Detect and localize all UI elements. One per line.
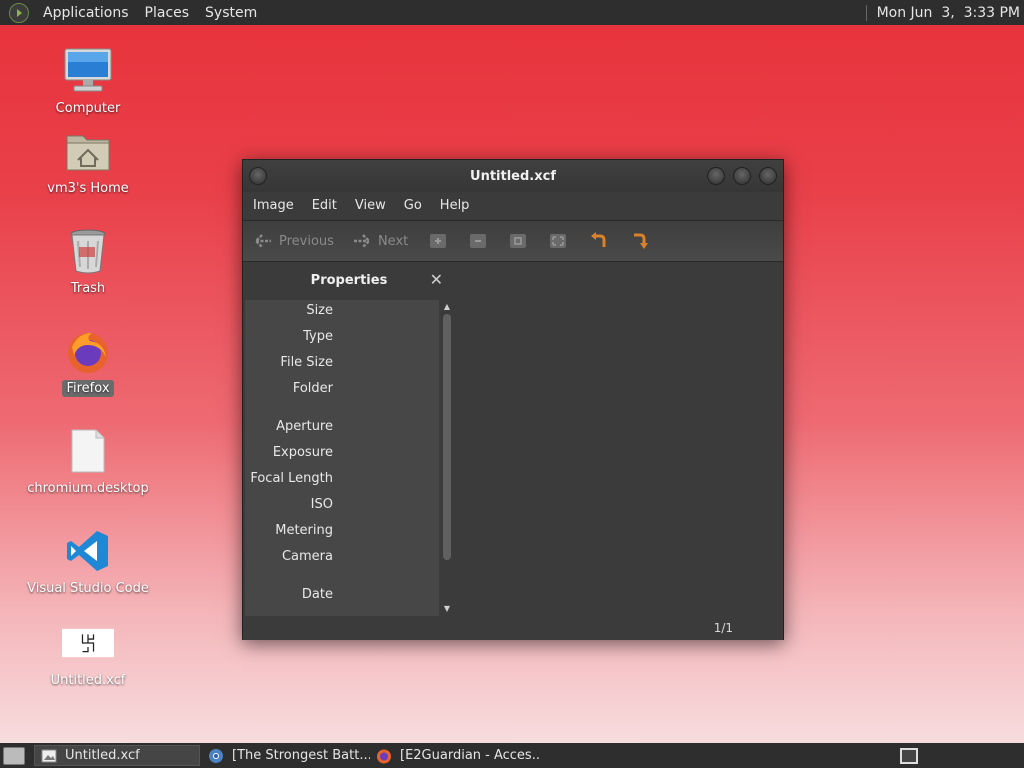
panel-separator — [865, 4, 867, 21]
scroll-down-icon[interactable]: ▼ — [442, 604, 452, 613]
image-viewer-icon — [41, 748, 57, 764]
show-desktop-icon[interactable] — [3, 747, 25, 765]
image-viewer-window: Untitled.xcf Image Edit View Go Help Pre… — [242, 159, 784, 640]
properties-header: Properties ✕ — [243, 262, 455, 298]
scrollbar-thumb[interactable] — [443, 314, 451, 560]
task-chromium[interactable]: [The Strongest Batt... — [202, 745, 370, 766]
zoom-in-icon[interactable] — [428, 231, 448, 251]
menu-view[interactable]: View — [346, 198, 395, 213]
menu-help[interactable]: Help — [431, 198, 479, 213]
property-exposure: Exposure — [272, 445, 333, 460]
property-iso: ISO — [310, 497, 333, 512]
image-view-area[interactable] — [457, 262, 783, 616]
zoom-normal-icon[interactable] — [508, 231, 528, 251]
desktop-icon-vscode[interactable]: Visual Studio Code — [23, 525, 153, 597]
desktop-icon-untitled-xcf[interactable]: Untitled.xcf — [23, 617, 153, 689]
zoom-fit-icon[interactable] — [548, 231, 568, 251]
property-size: Size — [306, 303, 333, 318]
task-label: [The Strongest Batt... — [232, 748, 370, 763]
properties-list[interactable]: Size Type File Size Folder Aperture Expo… — [245, 300, 439, 616]
bottom-taskbar: Untitled.xcf [The Strongest Batt... [E2G… — [0, 743, 1024, 768]
property-camera: Camera — [281, 549, 333, 564]
desktop-icon-label: Trash — [70, 281, 106, 296]
property-file-size: File Size — [280, 355, 333, 370]
arrow-right-icon — [352, 231, 372, 251]
applications-menu[interactable]: Applications — [35, 5, 137, 21]
close-panel-icon[interactable]: ✕ — [430, 270, 443, 289]
property-aperture: Aperture — [276, 419, 333, 434]
window-menu-button[interactable] — [249, 167, 267, 185]
task-label: Untitled.xcf — [65, 748, 140, 763]
zoom-out-icon[interactable] — [468, 231, 488, 251]
home-folder-icon — [62, 125, 114, 177]
properties-title: Properties — [310, 272, 388, 288]
next-label: Next — [377, 233, 409, 249]
rotate-left-icon[interactable] — [588, 231, 608, 251]
system-menu[interactable]: System — [197, 5, 265, 21]
window-titlebar[interactable]: Untitled.xcf — [243, 160, 783, 192]
trash-icon — [62, 225, 114, 277]
previous-label: Previous — [279, 233, 334, 249]
menu-go[interactable]: Go — [395, 198, 431, 213]
chromium-icon — [208, 748, 224, 764]
desktop-icon-label: vm3's Home — [47, 181, 129, 196]
menu-image[interactable]: Image — [243, 198, 303, 213]
workspace-switcher[interactable] — [900, 748, 918, 764]
next-button[interactable]: Next — [352, 231, 408, 251]
task-label: [E2Guardian - Acces... — [400, 748, 540, 763]
desktop-icon-label: Firefox — [62, 380, 114, 397]
clock[interactable]: Mon Jun 3, 3:33 PM — [877, 5, 1024, 21]
desktop-icon-trash[interactable]: Trash — [23, 225, 153, 297]
scroll-up-icon[interactable]: ▲ — [442, 302, 452, 311]
property-focal-length: Focal Length — [250, 471, 333, 486]
window-toolbar: Previous Next — [243, 220, 783, 262]
maximize-button[interactable] — [733, 167, 751, 185]
vscode-icon — [62, 525, 114, 577]
image-thumbnail-icon — [62, 617, 114, 669]
close-button[interactable] — [759, 167, 777, 185]
status-bar: 1/1 — [243, 616, 783, 640]
minimize-button[interactable] — [707, 167, 725, 185]
window-title: Untitled.xcf — [470, 168, 556, 184]
property-folder: Folder — [292, 381, 333, 396]
computer-icon — [62, 45, 114, 97]
property-type: Type — [303, 329, 333, 344]
document-icon — [62, 425, 114, 477]
properties-panel: Properties ✕ Size Type File Size Folder … — [243, 262, 455, 616]
desktop-icon-label: Visual Studio Code — [27, 581, 149, 596]
desktop-icon-chromium[interactable]: chromium.desktop — [23, 425, 153, 497]
property-date: Date — [301, 587, 333, 602]
desktop-icon-label: Computer — [55, 101, 121, 116]
desktop-icon-label: chromium.desktop — [27, 481, 149, 496]
firefox-icon — [376, 748, 392, 764]
places-menu[interactable]: Places — [137, 5, 198, 21]
task-firefox[interactable]: [E2Guardian - Acces... — [370, 745, 540, 766]
desktop-icon-computer[interactable]: Computer — [23, 45, 153, 117]
desktop-icon-label: Untitled.xcf — [50, 673, 126, 688]
firefox-icon — [62, 325, 114, 377]
page-indicator: 1/1 — [713, 621, 733, 635]
property-metering: Metering — [275, 523, 333, 538]
clock-area: Mon Jun 3, 3:33 PM — [865, 0, 1024, 25]
arrow-left-icon — [253, 231, 273, 251]
previous-button[interactable]: Previous — [253, 231, 334, 251]
task-untitled-xcf[interactable]: Untitled.xcf — [34, 745, 200, 766]
window-menubar: Image Edit View Go Help — [243, 192, 783, 218]
desktop-icon-home[interactable]: vm3's Home — [23, 125, 153, 197]
desktop-icon-firefox[interactable]: Firefox — [23, 325, 153, 397]
distro-logo-icon[interactable] — [9, 2, 29, 23]
menu-edit[interactable]: Edit — [303, 198, 346, 213]
top-panel: Applications Places System Mon Jun 3, 3:… — [0, 0, 1024, 25]
rotate-right-icon[interactable] — [630, 231, 650, 251]
